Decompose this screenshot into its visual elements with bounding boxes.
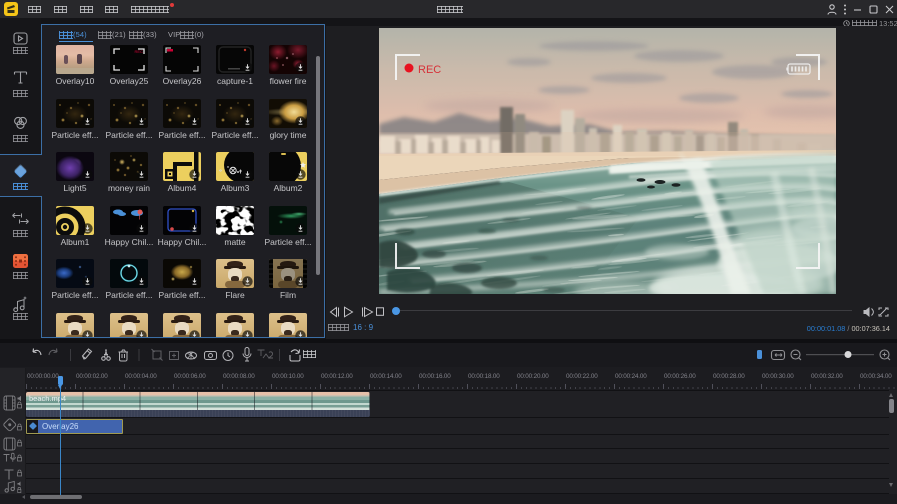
svg-text:REC: REC <box>418 64 441 76</box>
svg-text:REC: REC <box>135 49 144 54</box>
